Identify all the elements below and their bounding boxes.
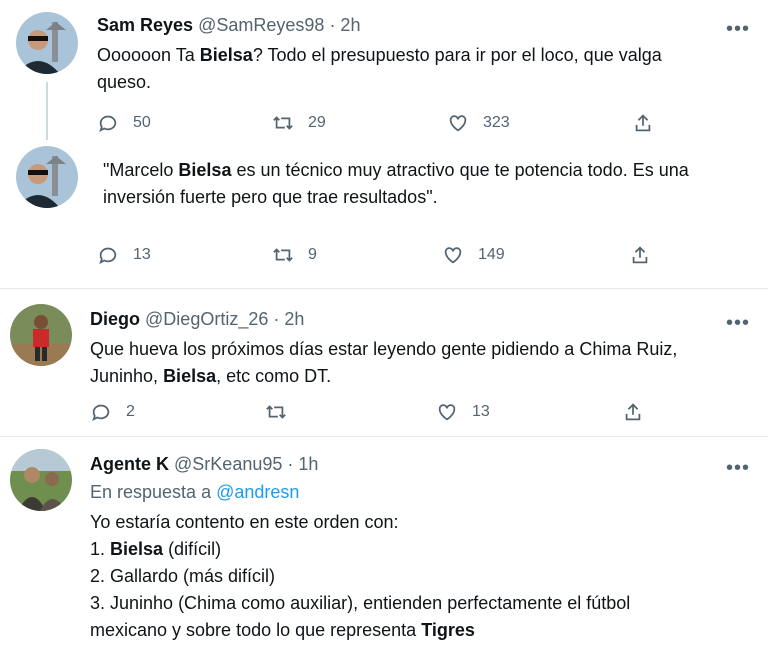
- reply-button[interactable]: 13: [97, 244, 151, 266]
- author-name[interactable]: Agente K: [90, 454, 169, 474]
- like-count: 13: [472, 403, 490, 420]
- avatar-sam-reyes[interactable]: [16, 146, 78, 208]
- tweet-time[interactable]: · 2h: [273, 309, 304, 329]
- retweet-icon: [266, 405, 286, 419]
- share-icon: [635, 114, 651, 132]
- author-handle[interactable]: @SamReyes98: [198, 15, 324, 35]
- tweet-header: Agente K @SrKeanu95 · 1h: [90, 453, 318, 475]
- avatar-agente-k[interactable]: [10, 449, 72, 511]
- tweet-time[interactable]: · 1h: [287, 454, 318, 474]
- thread-line: [46, 82, 48, 140]
- like-button[interactable]: 149: [442, 244, 505, 266]
- retweet-icon: [273, 248, 293, 262]
- more-options-button[interactable]: •••: [726, 19, 750, 39]
- reply-icon: [92, 404, 110, 422]
- share-button[interactable]: [629, 244, 651, 266]
- reply-to-link[interactable]: @andresn: [216, 482, 299, 502]
- tweet-text: Oooooon Ta Bielsa? Todo el presupuesto p…: [97, 45, 662, 92]
- avatar-diego[interactable]: [10, 304, 72, 366]
- like-button[interactable]: 13: [436, 401, 490, 423]
- tweet-text: "Marcelo Bielsa es un técnico muy atract…: [103, 160, 689, 207]
- tweet-header: Diego @DiegOrtiz_26 · 2h: [90, 308, 304, 330]
- reply-icon: [99, 115, 117, 133]
- like-icon: [444, 247, 462, 264]
- reply-context: En respuesta a @andresn: [90, 482, 300, 502]
- tweet-sam-reyes[interactable]: Sam Reyes @SamReyes98 · 2h ••• Oooooon T…: [0, 0, 768, 150]
- tweet-agente-k[interactable]: Agente K @SrKeanu95 · 1h ••• En respuest…: [0, 437, 768, 648]
- tweet-text: Que hueva los próximos días estar leyend…: [90, 339, 678, 386]
- tweet-time[interactable]: · 2h: [329, 15, 360, 35]
- tweet-text: Yo estaría contento en este orden con: 1…: [90, 512, 631, 640]
- author-name[interactable]: Diego: [90, 309, 140, 329]
- share-icon: [625, 403, 641, 421]
- author-handle[interactable]: @SrKeanu95: [174, 454, 282, 474]
- share-button[interactable]: [622, 401, 644, 423]
- share-icon: [632, 246, 648, 264]
- reply-button[interactable]: 50: [97, 112, 151, 134]
- more-options-button[interactable]: •••: [726, 313, 750, 333]
- reply-count: 13: [133, 246, 151, 263]
- tweet-header: Sam Reyes @SamReyes98 · 2h: [97, 14, 360, 36]
- retweet-count: 29: [308, 114, 326, 131]
- like-count: 323: [483, 114, 510, 131]
- like-count: 149: [478, 246, 505, 263]
- retweet-icon: [273, 116, 293, 130]
- reply-count: 50: [133, 114, 151, 131]
- share-button[interactable]: [632, 112, 654, 134]
- like-button[interactable]: 323: [447, 112, 510, 134]
- retweet-button[interactable]: [265, 401, 301, 423]
- like-icon: [438, 404, 456, 421]
- author-handle[interactable]: @DiegOrtiz_26: [145, 309, 268, 329]
- retweet-button[interactable]: 9: [272, 244, 317, 266]
- like-icon: [449, 115, 467, 132]
- tweet-actions: 13 9 149: [97, 244, 657, 274]
- retweet-count: 9: [308, 246, 317, 263]
- avatar-sam-reyes[interactable]: [16, 12, 78, 74]
- tweet-sam-reyes-thread[interactable]: "Marcelo Bielsa es un técnico muy atract…: [0, 140, 768, 290]
- author-name[interactable]: Sam Reyes: [97, 15, 193, 35]
- reply-count: 2: [126, 403, 135, 420]
- retweet-button[interactable]: 29: [272, 112, 326, 134]
- more-options-button[interactable]: •••: [726, 458, 750, 478]
- tweet-actions: 50 29 323: [97, 112, 657, 142]
- reply-button[interactable]: 2: [90, 401, 135, 423]
- reply-icon: [99, 247, 117, 265]
- tweet-diego[interactable]: Diego @DiegOrtiz_26 · 2h ••• Que hueva l…: [0, 289, 768, 435]
- tweet-actions: 2 13: [90, 401, 650, 431]
